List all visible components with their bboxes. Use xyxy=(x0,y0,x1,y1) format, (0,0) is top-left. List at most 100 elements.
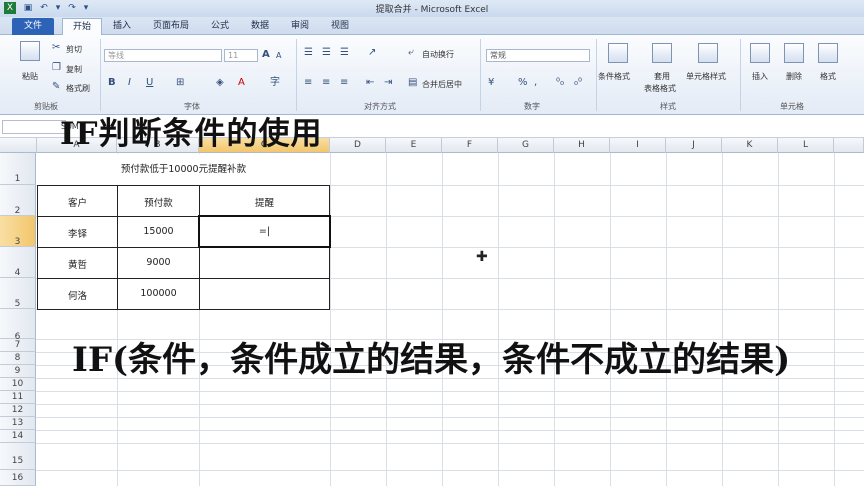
row-header-8[interactable]: 8 xyxy=(0,352,36,365)
grid-line xyxy=(36,391,864,392)
shrink-font-button[interactable]: A xyxy=(276,50,281,62)
cell-styles-icon xyxy=(698,43,718,63)
format-cells-button[interactable]: 格式 xyxy=(820,71,836,82)
header-customer[interactable]: 客户 xyxy=(38,195,117,209)
copy-button[interactable]: 复制 xyxy=(66,64,82,75)
cell-prepay[interactable]: 100000 xyxy=(118,288,199,299)
align-top-icon[interactable]: ☰ xyxy=(304,47,313,59)
border-icon[interactable]: ⊞ xyxy=(176,77,184,89)
row-header-6[interactable]: 6 xyxy=(0,309,36,342)
insert-cells-icon xyxy=(750,43,770,63)
column-header-h[interactable]: H xyxy=(554,138,610,153)
worksheet[interactable]: A B C D E F G H I J K L 1 2 3 4 5 6 7 8 … xyxy=(0,138,864,486)
font-color-icon[interactable]: A xyxy=(238,77,245,89)
row-header-10[interactable]: 10 xyxy=(0,378,36,391)
increase-decimal-icon[interactable]: ⁰₀ xyxy=(556,77,564,89)
row-header-15[interactable]: 15 xyxy=(0,443,36,470)
tab-insert[interactable]: 插入 xyxy=(108,18,136,35)
delete-cells-button[interactable]: 删除 xyxy=(786,71,802,82)
row-header-5[interactable]: 5 xyxy=(0,278,36,309)
row-header-3[interactable]: 3 xyxy=(0,216,36,247)
comma-button[interactable]: , xyxy=(534,77,537,89)
tab-view[interactable]: 视图 xyxy=(326,18,354,35)
column-header-k[interactable]: K xyxy=(722,138,778,153)
alignment-group-label: 对齐方式 xyxy=(364,102,396,111)
tab-page-layout[interactable]: 页面布局 xyxy=(146,18,196,35)
fill-color-icon[interactable]: ◈ xyxy=(216,77,224,89)
column-header-d[interactable]: D xyxy=(330,138,386,153)
table-format-icon xyxy=(652,43,672,63)
wrap-text-button[interactable]: 自动换行 xyxy=(422,49,454,60)
percent-button[interactable]: % xyxy=(518,77,528,89)
paste-button[interactable]: 粘贴 xyxy=(22,71,38,82)
grid-line xyxy=(36,430,864,431)
number-format-combo[interactable]: 常规 xyxy=(486,49,590,62)
underline-button[interactable]: U xyxy=(146,77,153,89)
row-header-14[interactable]: 14 xyxy=(0,430,36,443)
font-size-combo[interactable]: 11 xyxy=(224,49,258,62)
paste-icon[interactable] xyxy=(20,41,40,61)
column-header-g[interactable]: G xyxy=(498,138,554,153)
tab-review[interactable]: 审阅 xyxy=(286,18,314,35)
merge-center-button[interactable]: 合并后居中 xyxy=(422,79,462,90)
table-title[interactable]: 预付款低于10000元提醒补款 xyxy=(38,161,329,175)
title-bar: X ▣ ↶ ▾ ↷ ▾ 提取合并 - Microsoft Excel xyxy=(0,0,864,17)
italic-button[interactable]: I xyxy=(128,77,131,89)
tab-formulas[interactable]: 公式 xyxy=(206,18,234,35)
column-header-m[interactable] xyxy=(834,138,864,153)
cell-reminder-editing[interactable]: =| xyxy=(200,226,329,237)
table-border xyxy=(37,185,330,186)
grow-font-button[interactable]: A xyxy=(262,49,270,61)
cell-customer[interactable]: 李铎 xyxy=(38,226,117,240)
conditional-format-button[interactable]: 条件格式 xyxy=(598,71,630,82)
cell-customer[interactable]: 黄哲 xyxy=(38,257,117,271)
format-painter-button[interactable]: 格式刷 xyxy=(66,83,90,94)
row-header-9[interactable]: 9 xyxy=(0,365,36,378)
increase-indent-icon[interactable]: ⇥ xyxy=(384,77,392,89)
align-center-icon[interactable]: ≡ xyxy=(322,77,330,89)
bold-button[interactable]: B xyxy=(108,77,116,89)
cell-prepay[interactable]: 9000 xyxy=(118,257,199,268)
row-header-13[interactable]: 13 xyxy=(0,417,36,430)
decrease-indent-icon[interactable]: ⇤ xyxy=(366,77,374,89)
cell-customer[interactable]: 何洛 xyxy=(38,288,117,302)
cell-styles-button[interactable]: 单元格样式 xyxy=(686,71,726,82)
header-reminder[interactable]: 提醒 xyxy=(200,195,329,209)
insert-cells-button[interactable]: 插入 xyxy=(752,71,768,82)
select-all-corner[interactable] xyxy=(0,138,37,153)
tab-home[interactable]: 开始 xyxy=(62,18,102,35)
column-header-e[interactable]: E xyxy=(386,138,442,153)
tab-data[interactable]: 数据 xyxy=(246,18,274,35)
row-header-12[interactable]: 12 xyxy=(0,404,36,417)
grid-line xyxy=(610,153,611,486)
align-middle-icon[interactable]: ☰ xyxy=(322,47,331,59)
align-right-icon[interactable]: ≡ xyxy=(340,77,348,89)
overlay-formula: IF(条件，条件成立的结果，条件不成立的结果) xyxy=(72,340,791,380)
row-header-4[interactable]: 4 xyxy=(0,247,36,278)
table-format-button[interactable]: 套用 xyxy=(654,71,670,82)
align-bottom-icon[interactable]: ☰ xyxy=(340,47,349,59)
cell-prepay[interactable]: 15000 xyxy=(118,226,199,237)
tab-file[interactable]: 文件 xyxy=(12,18,54,35)
font-name-combo[interactable]: 等线 xyxy=(104,49,222,62)
row-header-7[interactable]: 7 xyxy=(0,339,36,352)
header-prepay[interactable]: 预付款 xyxy=(118,195,199,209)
overlay-title: IF判断条件的使用 xyxy=(60,116,323,152)
phonetic-icon[interactable]: 字 xyxy=(270,77,280,89)
orientation-icon[interactable]: ↗ xyxy=(368,47,376,59)
row-header-11[interactable]: 11 xyxy=(0,391,36,404)
clipboard-group-label: 剪贴板 xyxy=(34,102,58,111)
align-left-icon[interactable]: ≡ xyxy=(304,77,312,89)
decrease-decimal-icon[interactable]: ₀⁰ xyxy=(574,77,582,89)
row-header-2[interactable]: 2 xyxy=(0,185,36,216)
name-box[interactable]: SUM xyxy=(2,120,79,134)
row-header-1[interactable]: 1 xyxy=(0,153,36,185)
column-header-f[interactable]: F xyxy=(442,138,498,153)
separator xyxy=(100,39,101,111)
currency-icon[interactable]: ¥ xyxy=(488,77,494,89)
cut-button[interactable]: 剪切 xyxy=(66,44,82,55)
column-header-l[interactable]: L xyxy=(778,138,834,153)
column-header-j[interactable]: J xyxy=(666,138,722,153)
row-header-16[interactable]: 16 xyxy=(0,470,36,486)
column-header-i[interactable]: I xyxy=(610,138,666,153)
